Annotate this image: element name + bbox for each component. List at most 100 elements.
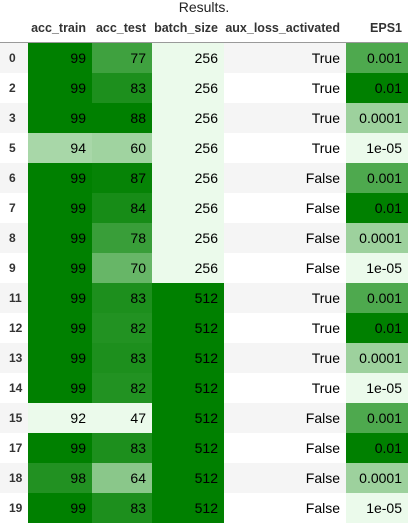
cell-acc-train: 99 (28, 373, 92, 403)
cell-acc-test: 70 (92, 253, 152, 283)
row-index: 0 (0, 42, 28, 73)
cell-acc-train: 94 (28, 133, 92, 163)
cell-eps1: 0.01 (346, 73, 408, 103)
cell-aux-loss-activated: True (224, 373, 346, 403)
row-index: 19 (0, 493, 28, 523)
table-row: 3 99 88 256 True 0.0001 (0, 103, 408, 133)
cell-aux-loss-activated: True (224, 133, 346, 163)
cell-acc-train: 99 (28, 433, 92, 463)
table-row: 8 99 78 256 False 0.0001 (0, 223, 408, 253)
row-index: 8 (0, 223, 28, 253)
cell-acc-train: 99 (28, 73, 92, 103)
cell-aux-loss-activated: False (224, 193, 346, 223)
table-row: 13 99 83 512 True 0.0001 (0, 343, 408, 373)
cell-acc-test: 84 (92, 193, 152, 223)
cell-acc-test: 64 (92, 463, 152, 493)
cell-acc-train: 99 (28, 103, 92, 133)
cell-acc-train: 99 (28, 193, 92, 223)
cell-aux-loss-activated: True (224, 313, 346, 343)
cell-aux-loss-activated: True (224, 343, 346, 373)
cell-acc-train: 99 (28, 283, 92, 313)
cell-aux-loss-activated: True (224, 73, 346, 103)
cell-batch-size: 512 (152, 373, 224, 403)
cell-aux-loss-activated: True (224, 103, 346, 133)
cell-eps1: 0.0001 (346, 463, 408, 493)
cell-aux-loss-activated: False (224, 493, 346, 523)
table-row: 7 99 84 256 False 0.01 (0, 193, 408, 223)
table-row: 9 99 70 256 False 1e-05 (0, 253, 408, 283)
cell-acc-test: 47 (92, 403, 152, 433)
cell-aux-loss-activated: False (224, 223, 346, 253)
cell-eps1: 1e-05 (346, 493, 408, 523)
cell-eps1: 1e-05 (346, 253, 408, 283)
results-table: acc_train acc_test batch_size aux_loss_a… (0, 14, 408, 523)
row-index: 13 (0, 343, 28, 373)
row-index: 3 (0, 103, 28, 133)
row-index: 11 (0, 283, 28, 313)
cell-batch-size: 512 (152, 283, 224, 313)
cell-eps1: 0.01 (346, 313, 408, 343)
cell-acc-test: 83 (92, 343, 152, 373)
table-caption: Results. (178, 0, 230, 15)
table-row: 11 99 83 512 True 0.001 (0, 283, 408, 313)
cell-acc-train: 99 (28, 343, 92, 373)
cell-acc-test: 82 (92, 313, 152, 343)
cell-eps1: 0.0001 (346, 223, 408, 253)
row-index: 14 (0, 373, 28, 403)
table-row: 5 94 60 256 True 1e-05 (0, 133, 408, 163)
cell-batch-size: 256 (152, 253, 224, 283)
header-eps1: EPS1 (346, 14, 408, 43)
results-table-view: Results. acc_train acc_test batch_size a… (0, 0, 408, 523)
table-row: 19 99 83 512 False 1e-05 (0, 493, 408, 523)
table-row: 14 99 82 512 True 1e-05 (0, 373, 408, 403)
cell-batch-size: 256 (152, 223, 224, 253)
row-index: 7 (0, 193, 28, 223)
header-acc-train: acc_train (28, 14, 92, 43)
cell-aux-loss-activated: False (224, 403, 346, 433)
row-index: 12 (0, 313, 28, 343)
header-batch-size: batch_size (152, 14, 224, 43)
table-row: 0 99 77 256 True 0.001 (0, 42, 408, 73)
table-body: 0 99 77 256 True 0.001 2 99 83 256 True 0.01 3 99 88 25… (0, 42, 408, 523)
row-index: 18 (0, 463, 28, 493)
table-row: 2 99 83 256 True 0.01 (0, 73, 408, 103)
cell-batch-size: 256 (152, 42, 224, 73)
cell-acc-test: 82 (92, 373, 152, 403)
cell-acc-test: 88 (92, 103, 152, 133)
cell-aux-loss-activated: False (224, 463, 346, 493)
table-row: 12 99 82 512 True 0.01 (0, 313, 408, 343)
cell-batch-size: 512 (152, 433, 224, 463)
row-index: 15 (0, 403, 28, 433)
header-index (0, 14, 28, 43)
cell-batch-size: 256 (152, 133, 224, 163)
cell-acc-train: 99 (28, 223, 92, 253)
cell-eps1: 0.01 (346, 193, 408, 223)
cell-acc-test: 77 (92, 42, 152, 73)
cell-acc-train: 98 (28, 463, 92, 493)
cell-acc-test: 87 (92, 163, 152, 193)
cell-batch-size: 512 (152, 313, 224, 343)
cell-batch-size: 256 (152, 163, 224, 193)
cell-aux-loss-activated: False (224, 433, 346, 463)
header-acc-test: acc_test (92, 14, 152, 43)
cell-eps1: 0.001 (346, 163, 408, 193)
cell-batch-size: 256 (152, 103, 224, 133)
row-index: 6 (0, 163, 28, 193)
cell-eps1: 1e-05 (346, 373, 408, 403)
cell-batch-size: 512 (152, 493, 224, 523)
row-index: 2 (0, 73, 28, 103)
cell-batch-size: 256 (152, 73, 224, 103)
cell-aux-loss-activated: True (224, 42, 346, 73)
cell-acc-test: 83 (92, 283, 152, 313)
cell-acc-train: 99 (28, 163, 92, 193)
cell-acc-test: 60 (92, 133, 152, 163)
table-row: 15 92 47 512 False 0.001 (0, 403, 408, 433)
table-header: acc_train acc_test batch_size aux_loss_a… (0, 14, 408, 43)
cell-acc-train: 99 (28, 313, 92, 343)
cell-eps1: 0.001 (346, 403, 408, 433)
header-aux-loss-activated: aux_loss_activated (224, 14, 346, 43)
cell-batch-size: 512 (152, 463, 224, 493)
cell-acc-train: 92 (28, 403, 92, 433)
cell-batch-size: 256 (152, 193, 224, 223)
cell-aux-loss-activated: True (224, 283, 346, 313)
